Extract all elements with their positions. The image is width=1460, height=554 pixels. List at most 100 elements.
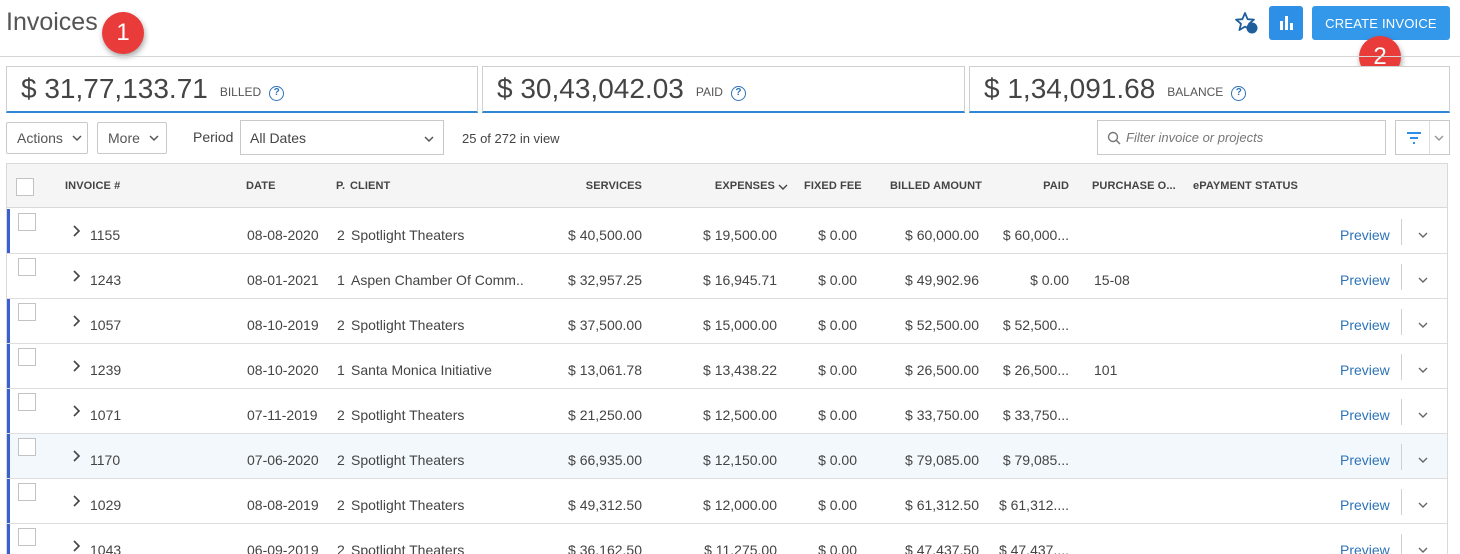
preview-link[interactable]: Preview xyxy=(1340,227,1390,243)
chevron-right-icon[interactable] xyxy=(71,404,83,418)
chevron-down-icon[interactable] xyxy=(1417,229,1429,241)
billed-amount-cell: $ 52,500.00 xyxy=(905,317,979,333)
chevron-down-icon[interactable] xyxy=(1417,544,1429,554)
chevron-right-icon[interactable] xyxy=(71,224,83,238)
preview-link[interactable]: Preview xyxy=(1340,407,1390,423)
actions-dropdown[interactable]: Actions xyxy=(6,122,88,154)
table-row[interactable]: 1170 07-06-2020 2 Spotlight Theaters $ 66,93… xyxy=(7,434,1447,479)
create-invoice-button[interactable]: CREATE INVOICE xyxy=(1312,6,1450,40)
chevron-down-icon[interactable] xyxy=(1417,499,1429,511)
p-cell: 2 xyxy=(337,497,345,513)
chevron-right-icon[interactable] xyxy=(71,539,83,553)
preview-link[interactable]: Preview xyxy=(1340,497,1390,513)
expenses-cell: $ 19,500.00 xyxy=(703,227,777,243)
chevron-right-icon[interactable] xyxy=(71,314,83,328)
client-cell: Spotlight Theaters xyxy=(351,407,465,423)
column-services[interactable]: SERVICES xyxy=(542,180,642,192)
filter-toggle[interactable] xyxy=(1395,120,1450,155)
client-cell: Spotlight Theaters xyxy=(351,452,465,468)
filter-input[interactable]: Filter invoice or projects xyxy=(1097,120,1386,155)
date-cell: 08-10-2019 xyxy=(247,317,319,333)
purchase-order-cell: 15-08 xyxy=(1094,272,1130,288)
chevron-right-icon[interactable] xyxy=(71,449,83,463)
date-cell: 07-11-2019 xyxy=(247,407,318,423)
paid-cell: $ 60,000... xyxy=(1002,227,1069,243)
actions-label: Actions xyxy=(17,130,63,146)
funnel-icon xyxy=(1407,132,1421,144)
chevron-right-icon[interactable] xyxy=(71,494,83,508)
chevron-down-icon[interactable] xyxy=(1417,409,1429,421)
column-invoice[interactable]: INVOICE # xyxy=(65,180,120,192)
fixed-fee-cell: $ 0.00 xyxy=(818,317,857,333)
column-p[interactable]: P. xyxy=(336,180,345,192)
client-cell: Spotlight Theaters xyxy=(351,542,465,554)
billed-amount-cell: $ 26,500.00 xyxy=(905,362,979,378)
date-cell: 08-10-2020 xyxy=(247,362,319,378)
column-expenses[interactable]: EXPENSES xyxy=(675,180,775,192)
select-all-checkbox[interactable] xyxy=(16,178,34,196)
table-row[interactable]: 1155 08-08-2020 2 Spotlight Theaters $ 40,50… xyxy=(7,209,1447,254)
page-title: Invoices xyxy=(6,8,98,36)
more-dropdown[interactable]: More xyxy=(97,122,167,154)
paid-cell: $ 47,437.... xyxy=(998,542,1069,554)
billed-summary-card: $ 31,77,133.71 BILLED ? xyxy=(6,66,478,113)
invoices-table: INVOICE # DATE P. CLIENT SERVICES EXPENS… xyxy=(6,163,1448,554)
chevron-down-icon[interactable] xyxy=(1417,319,1429,331)
billed-amount-cell: $ 33,750.00 xyxy=(905,407,979,423)
invoice-number-cell: 1170 xyxy=(90,452,121,468)
paid-cell: $ 0.00 xyxy=(1030,272,1069,288)
chevron-down-icon[interactable] xyxy=(1417,454,1429,466)
filter-placeholder: Filter invoice or projects xyxy=(1126,130,1264,145)
row-action-separator xyxy=(1401,354,1402,380)
period-select[interactable]: All Dates xyxy=(240,120,444,155)
preview-link[interactable]: Preview xyxy=(1340,272,1390,288)
invoice-number-cell: 1243 xyxy=(90,272,122,288)
invoice-number-cell: 1071 xyxy=(90,407,122,423)
preview-link[interactable]: Preview xyxy=(1340,542,1390,554)
services-cell: $ 40,500.00 xyxy=(568,227,642,243)
fixed-fee-cell: $ 0.00 xyxy=(818,542,857,554)
billed-amount-cell: $ 49,902.96 xyxy=(905,272,979,288)
column-epayment-status[interactable]: ePAYMENT STATUS xyxy=(1193,180,1298,192)
reports-button[interactable] xyxy=(1269,6,1303,40)
sort-desc-icon xyxy=(778,184,788,190)
chevron-right-icon[interactable] xyxy=(71,359,83,373)
table-row[interactable]: 1043 06-09-2019 2 Spotlight Theaters $ 36,16… xyxy=(7,524,1447,554)
balance-summary-card: $ 1,34,091.68 BALANCE ? xyxy=(969,66,1450,113)
preview-link[interactable]: Preview xyxy=(1340,452,1390,468)
fixed-fee-cell: $ 0.00 xyxy=(818,227,857,243)
client-cell: Spotlight Theaters xyxy=(351,227,465,243)
preview-link[interactable]: Preview xyxy=(1340,362,1390,378)
fixed-fee-cell: $ 0.00 xyxy=(818,407,857,423)
expenses-cell: $ 11,275.00 xyxy=(704,542,777,554)
p-cell: 2 xyxy=(337,452,345,468)
column-paid[interactable]: PAID xyxy=(969,180,1069,192)
expenses-cell: $ 12,000.00 xyxy=(703,497,777,513)
chevron-down-icon[interactable] xyxy=(1417,364,1429,376)
favorite-button[interactable] xyxy=(1234,10,1260,36)
p-cell: 1 xyxy=(337,362,345,378)
date-cell: 06-09-2019 xyxy=(247,542,319,554)
help-icon[interactable]: ? xyxy=(730,85,746,101)
billed-label: BILLED xyxy=(219,85,262,99)
billed-amount-cell: $ 47,437.50 xyxy=(905,542,979,554)
preview-link[interactable]: Preview xyxy=(1340,317,1390,333)
column-fixed-fee[interactable]: FIXED FEE xyxy=(804,180,862,192)
table-row[interactable]: 1029 08-08-2019 2 Spotlight Theaters $ 49,31… xyxy=(7,479,1447,524)
table-row[interactable]: 1071 07-11-2019 2 Spotlight Theaters $ 21,25… xyxy=(7,389,1447,434)
p-cell: 1 xyxy=(337,272,345,288)
table-row[interactable]: 1057 08-10-2019 2 Spotlight Theaters $ 37,50… xyxy=(7,299,1447,344)
column-client[interactable]: CLIENT xyxy=(350,180,390,192)
help-icon[interactable]: ? xyxy=(1231,85,1247,101)
table-row[interactable]: 1239 08-10-2020 1 Santa Monica Initiative $ … xyxy=(7,344,1447,389)
row-action-separator xyxy=(1401,534,1402,554)
help-icon[interactable]: ? xyxy=(269,85,285,101)
period-label: Period xyxy=(193,129,234,145)
chevron-down-icon[interactable] xyxy=(1417,274,1429,286)
chevron-down-icon[interactable] xyxy=(1433,132,1445,144)
table-row[interactable]: 1243 08-01-2021 1 Aspen Chamber Of Comm... $… xyxy=(7,254,1447,299)
column-date[interactable]: DATE xyxy=(246,180,276,192)
column-purchase-order[interactable]: PURCHASE O... xyxy=(1092,180,1176,192)
client-cell: Spotlight Theaters xyxy=(351,317,465,333)
chevron-right-icon[interactable] xyxy=(71,269,83,283)
